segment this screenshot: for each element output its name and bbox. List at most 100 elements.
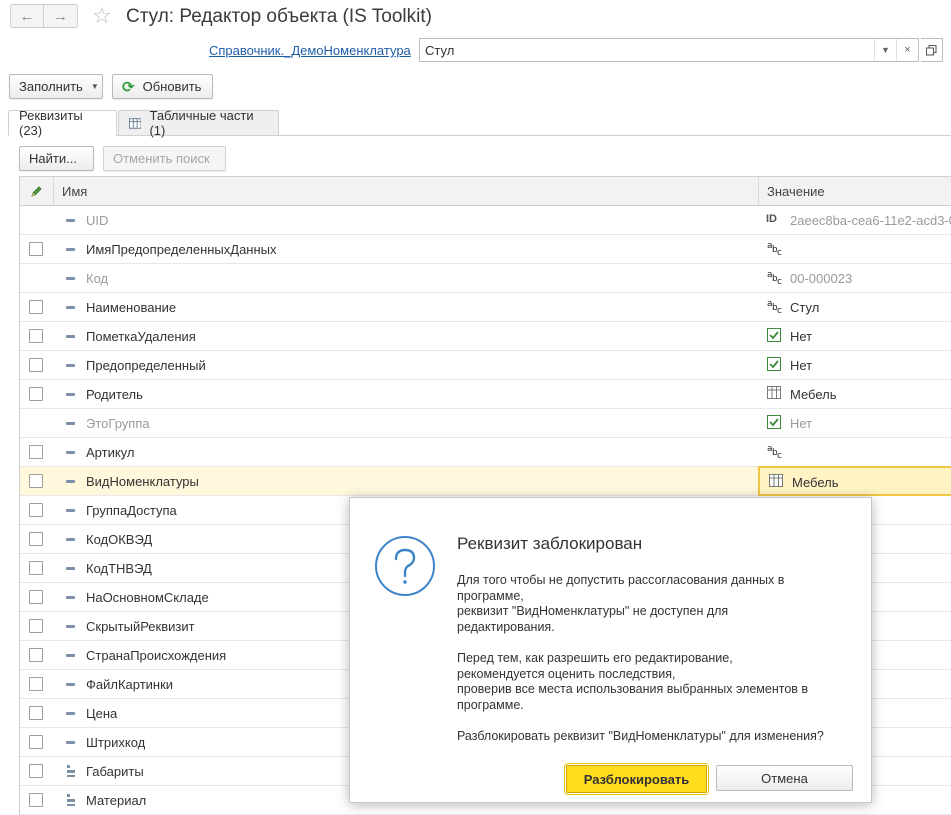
attribute-value: Мебель	[790, 387, 837, 402]
table-row[interactable]: Код a b c 00-000023	[20, 264, 951, 293]
row-checkbox[interactable]	[29, 503, 43, 517]
dialog-text-line: проверив все места использования выбранн…	[457, 682, 809, 696]
row-checkbox[interactable]	[29, 358, 43, 372]
dialog-message: Для того чтобы не допустить рассогласова…	[457, 573, 857, 745]
dropdown-caret-icon[interactable]: ▼	[874, 39, 896, 61]
row-checkbox[interactable]	[29, 735, 43, 749]
object-select-field[interactable]: Стул ▼ ×	[419, 38, 919, 62]
fill-button[interactable]: Заполнить ▼	[9, 74, 103, 99]
table-row[interactable]: UID ID 2aeec8ba-cea6-11e2-acd3-0	[20, 206, 951, 235]
unlock-button[interactable]: Разблокировать	[566, 765, 707, 793]
arrow-left-icon: ←	[19, 7, 35, 25]
refresh-button[interactable]: ⟳ Обновить	[112, 74, 213, 99]
table-row[interactable]: Артикул a b c	[20, 438, 951, 467]
row-checkbox[interactable]	[29, 387, 43, 401]
attribute-value: 2aeec8ba-cea6-11e2-acd3-0	[790, 213, 951, 228]
row-checkbox[interactable]	[29, 561, 43, 575]
attribute-icon	[66, 219, 75, 222]
row-checkbox[interactable]	[29, 648, 43, 662]
attribute-value: Нет	[790, 416, 813, 431]
catalog-link[interactable]: Справочник._ДемоНоменклатура	[209, 43, 411, 58]
row-checkbox[interactable]	[29, 474, 43, 488]
tab-attributes[interactable]: Реквизиты (23)	[8, 108, 117, 138]
clear-icon[interactable]: ×	[896, 39, 918, 61]
dialog-text-line: рекомендуется оценить последствия,	[457, 666, 676, 681]
table-ref-icon	[769, 474, 783, 489]
table-row[interactable]: ВидНоменклатуры Мебель	[20, 466, 951, 496]
attribute-value-cell[interactable]: Нет	[758, 351, 951, 379]
pencil-icon	[31, 185, 42, 197]
attribute-value-cell[interactable]: Мебель	[758, 466, 951, 496]
string-type-icon: abc	[767, 299, 782, 316]
dialog-text-line: программе.	[457, 697, 524, 712]
row-checkbox[interactable]	[29, 300, 43, 314]
row-checkbox[interactable]	[29, 706, 43, 720]
row-checkbox[interactable]	[29, 677, 43, 691]
attribute-icon	[66, 567, 75, 570]
attribute-name: ПометкаУдаления	[86, 329, 196, 344]
attribute-value-cell[interactable]: abc	[758, 235, 951, 263]
attribute-value-cell[interactable]: abc	[758, 438, 951, 466]
attribute-value-cell[interactable]: Нет	[758, 322, 951, 350]
attribute-name: ВидНоменклатуры	[86, 474, 199, 489]
attribute-value-cell[interactable]: a b c Стул	[758, 293, 951, 321]
table-row[interactable]: ЭтоГруппа Нет	[20, 409, 951, 438]
attribute-name: Габариты	[86, 764, 144, 779]
row-checkbox[interactable]	[29, 329, 43, 343]
row-checkbox[interactable]	[29, 532, 43, 546]
attribute-icon	[66, 596, 75, 599]
locked-attribute-dialog: Реквизит заблокирован Для того чтобы не …	[349, 497, 872, 803]
edit-column-header[interactable]	[20, 177, 54, 205]
tab-attributes-label: Реквизиты (23)	[19, 108, 83, 138]
favorite-star-icon[interactable]: ☆	[92, 3, 112, 29]
row-checkbox[interactable]	[29, 764, 43, 778]
attribute-name: СтранаПроисхождения	[86, 648, 227, 663]
dialog-text-line: Перед тем, как разрешить его редактирова…	[457, 651, 733, 665]
attribute-name: Цена	[86, 706, 118, 721]
attribute-value-cell[interactable]: Нет	[758, 409, 951, 437]
forward-button[interactable]: →	[44, 4, 78, 28]
fill-button-label: Заполнить	[19, 79, 83, 94]
id-icon: ID	[766, 213, 777, 225]
row-checkbox[interactable]	[29, 793, 43, 807]
dialog-text-line: реквизит "ВидНоменклатуры" не доступен д…	[457, 604, 729, 618]
table-row[interactable]: ИмяПредопределенныхДанных a b c	[20, 235, 951, 264]
table-row[interactable]: ПометкаУдаления Нет	[20, 322, 951, 351]
attribute-name: ГруппаДоступа	[86, 503, 177, 518]
question-icon	[375, 536, 435, 596]
cancel-search-button[interactable]: Отменить поиск	[103, 146, 226, 171]
title-bar: ← → ☆ Стул: Редактор объекта (IS Toolkit…	[0, 0, 951, 34]
table-row[interactable]: Наименование a b c Стул	[20, 293, 951, 322]
attribute-name: ФайлКартинки	[86, 677, 174, 692]
open-object-button[interactable]	[921, 38, 943, 62]
cancel-button[interactable]: Отмена	[716, 765, 853, 791]
dialog-text-line: программе,	[457, 588, 524, 603]
row-checkbox[interactable]	[29, 590, 43, 604]
unlock-button-label: Разблокировать	[583, 771, 690, 787]
attribute-icon	[66, 712, 75, 715]
name-column-header[interactable]: Имя	[62, 184, 87, 199]
dialog-title: Реквизит заблокирован	[457, 534, 643, 553]
attribute-name: КодОКВЭД	[86, 532, 153, 547]
find-button[interactable]: Найти...	[19, 146, 94, 171]
cancel-button-label: Отмена	[761, 770, 808, 786]
attribute-icon	[66, 683, 75, 686]
composite-attribute-icon	[67, 765, 75, 777]
value-column-header[interactable]: Значение	[758, 177, 951, 205]
attribute-icon	[66, 422, 75, 425]
table-row[interactable]: Родитель Мебель	[20, 380, 951, 409]
tab-tabular-sections[interactable]: Табличные части (1)	[118, 108, 279, 138]
attribute-value-cell[interactable]: ID 2aeec8ba-cea6-11e2-acd3-0	[758, 206, 951, 234]
attribute-icon	[66, 393, 75, 396]
dialog-text-line: редактирования.	[457, 619, 555, 634]
back-button[interactable]: ←	[10, 4, 44, 28]
table-row[interactable]: Предопределенный Нет	[20, 351, 951, 380]
row-checkbox[interactable]	[29, 619, 43, 633]
row-checkbox[interactable]	[29, 242, 43, 256]
row-checkbox[interactable]	[29, 445, 43, 459]
attribute-value-cell[interactable]: a b c 00-000023	[758, 264, 951, 292]
attribute-icon	[66, 509, 75, 512]
attribute-name: ИмяПредопределенныхДанных	[86, 242, 277, 257]
attribute-value-cell[interactable]: Мебель	[758, 380, 951, 408]
refresh-icon: ⟳	[122, 78, 135, 96]
